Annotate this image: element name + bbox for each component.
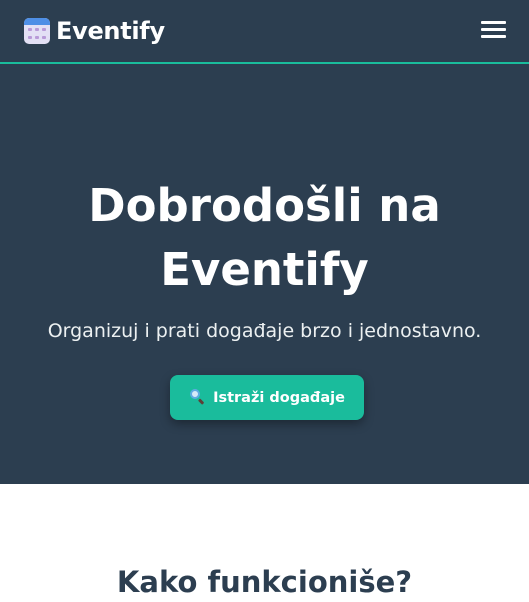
hamburger-menu-icon[interactable] [481, 21, 506, 39]
explore-events-label: Istraži događaje [213, 389, 345, 406]
hero-section: Dobrodošli na Eventify Organizuj i prati… [0, 64, 529, 484]
magnifier-icon [189, 388, 205, 408]
brand-name: Eventify [56, 17, 165, 45]
hero-title: Dobrodošli na Eventify [88, 179, 441, 296]
explore-events-button[interactable]: Istraži događaje [170, 375, 364, 420]
calendar-icon [24, 18, 50, 44]
brand-logo[interactable]: Eventify [24, 17, 165, 45]
hero-subtitle: Organizuj i prati događaje brzo i jednos… [47, 320, 482, 342]
navbar: Eventify [0, 0, 529, 64]
how-it-works-title: Kako funkcioniše? [116, 565, 413, 599]
